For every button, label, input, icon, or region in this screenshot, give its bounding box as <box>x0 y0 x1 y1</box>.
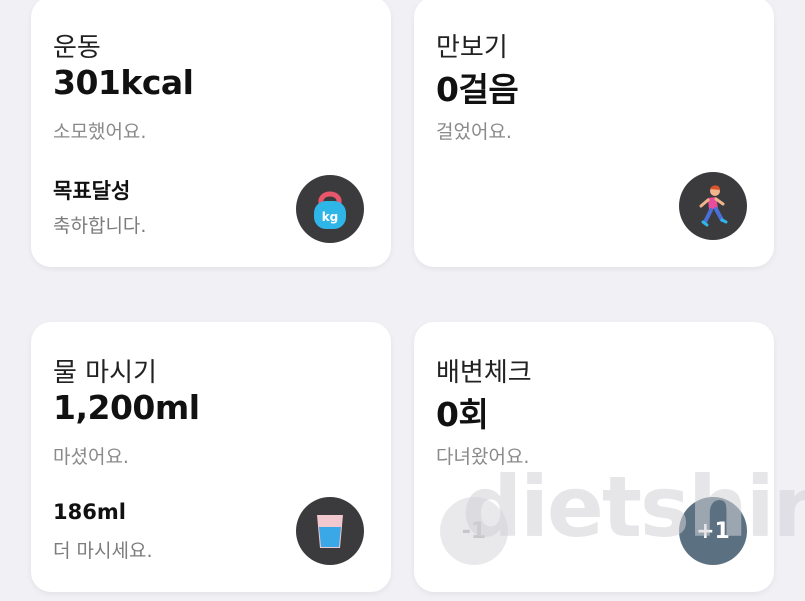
card-value: 301kcal <box>53 63 194 102</box>
water-glass-icon[interactable] <box>296 497 364 565</box>
goal-status: 목표달성 <box>53 179 131 203</box>
card-description: 걸었어요. <box>436 121 512 143</box>
exercise-card[interactable]: 운동 301kcal 소모했어요. 목표달성 축하합니다. kg <box>31 0 391 267</box>
card-value: 0걸음 <box>436 70 519 109</box>
remaining-amount: 186ml <box>53 500 126 524</box>
card-value: 1,200ml <box>53 388 200 427</box>
watermark: dietshin <box>462 458 805 556</box>
card-value: 0회 <box>436 395 489 434</box>
goal-substatus: 축하합니다. <box>53 215 147 237</box>
remaining-label: 더 마시세요. <box>53 540 153 562</box>
card-description: 마셨어요. <box>53 446 129 468</box>
runner-icon[interactable] <box>679 172 747 240</box>
steps-card[interactable]: 만보기 0걸음 걸었어요. <box>414 0 774 267</box>
card-title: 운동 <box>53 33 101 63</box>
card-title: 물 마시기 <box>53 358 157 388</box>
card-title: 만보기 <box>436 33 508 63</box>
water-card[interactable]: 물 마시기 1,200ml 마셨어요. 186ml 더 마시세요. <box>31 322 391 592</box>
card-title: 배변체크 <box>436 358 532 388</box>
kettlebell-badge: kg <box>322 210 339 224</box>
kettlebell-icon[interactable]: kg <box>296 175 364 243</box>
card-description: 소모했어요. <box>53 121 147 143</box>
